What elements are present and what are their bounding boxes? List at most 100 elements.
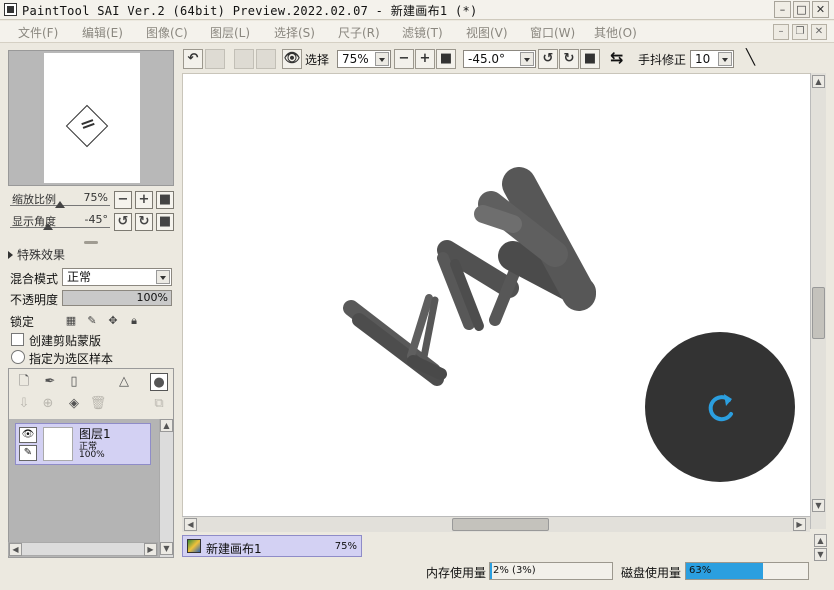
scroll-down-icon[interactable]: ▼ xyxy=(814,548,827,561)
toolbar-rotate-reset-button[interactable]: ■ xyxy=(580,49,600,69)
chevron-down-icon xyxy=(375,52,389,66)
redo-button[interactable] xyxy=(205,49,225,69)
layer-row[interactable]: 👁︎ ✎ 图层1 正常 100% xyxy=(15,423,151,465)
horizontal-scroll-thumb[interactable] xyxy=(452,518,549,531)
canvas-tab-zoom: 75% xyxy=(334,541,357,552)
scroll-up-icon[interactable]: ▲ xyxy=(814,534,827,547)
refresh-icon xyxy=(708,394,733,422)
toolbar-zoom-out-button[interactable]: − xyxy=(394,49,414,69)
straight-line-icon[interactable]: ╲ xyxy=(746,48,755,66)
new-folder-icon[interactable]: ▯ xyxy=(65,373,83,391)
menu-layer[interactable]: 图层(L) xyxy=(210,24,250,41)
effects-label: 特殊效果 xyxy=(17,248,66,262)
blend-mode-select[interactable]: 正常 xyxy=(62,268,172,286)
scroll-up-icon[interactable]: ▲ xyxy=(812,75,825,88)
chevron-down-icon xyxy=(718,52,732,66)
layer-mask-icon[interactable]: ● xyxy=(150,373,168,391)
close-icon[interactable]: ✕ xyxy=(812,1,829,18)
selection-source-radio[interactable] xyxy=(11,350,25,364)
layer-effect-icon[interactable]: △ xyxy=(115,373,133,391)
angle-select-value: -45.0° xyxy=(468,52,506,66)
menu-file[interactable]: 文件(F) xyxy=(18,24,58,41)
mdi-minimize-icon[interactable]: – xyxy=(773,24,789,40)
stabilizer-label: 手抖修正 xyxy=(638,53,687,67)
angle-slider[interactable]: 显示角度 -45° xyxy=(10,212,110,230)
chevron-down-icon xyxy=(520,52,534,66)
toolbar-rotate-right-button[interactable]: ↻ xyxy=(559,49,579,69)
canvas-tab-name: 新建画布1 xyxy=(206,542,262,556)
show-selection-eye-icon[interactable]: 👁︎ xyxy=(282,49,302,69)
menu-window[interactable]: 窗口(W) xyxy=(530,24,575,41)
canvas-horizontal-scrollbar[interactable]: ◀ ▶ xyxy=(182,516,810,532)
angle-slider-thumb[interactable] xyxy=(43,223,53,230)
flip-horizontal-icon[interactable]: ⇆ xyxy=(610,48,623,67)
lock-paint-icon[interactable]: ✎ xyxy=(85,314,99,328)
undo-button[interactable]: ↶ xyxy=(183,49,203,69)
zoom-slider[interactable]: 缩放比例 75% xyxy=(10,190,110,208)
edit-pen-icon[interactable]: ✎ xyxy=(19,445,37,461)
tab-list-scroller[interactable]: ▲ ▼ xyxy=(812,531,828,563)
toolbar-rotate-left-button[interactable]: ↺ xyxy=(538,49,558,69)
layer-list-scrollbar[interactable]: ▲ ▼ xyxy=(159,419,173,557)
mdi-restore-icon[interactable]: ❐ xyxy=(792,24,808,40)
new-layer-icon[interactable]: 🗋︎ xyxy=(15,373,33,391)
canvas-toolbar: ↶ 👁︎ 选择 75% − + ■ -45.0° ↺ ↻ ■ ⇆ 手抖修正 10… xyxy=(182,44,834,72)
panel-splitter[interactable] xyxy=(84,241,98,244)
menu-ruler[interactable]: 尺子(R) xyxy=(338,24,380,41)
clear-layer-icon[interactable]: ◈ xyxy=(65,395,83,413)
lock-all-icon[interactable]: 🔒︎ xyxy=(127,314,141,328)
navigator-preview[interactable] xyxy=(8,50,174,186)
zoom-slider-thumb[interactable] xyxy=(55,201,65,208)
rotate-left-button[interactable]: ↺ xyxy=(114,213,132,231)
menu-image[interactable]: 图像(C) xyxy=(146,24,188,41)
delete-layer-icon[interactable]: 🗑︎ xyxy=(89,395,107,413)
visibility-eye-icon[interactable]: 👁︎ xyxy=(19,427,37,443)
menu-edit[interactable]: 编辑(E) xyxy=(82,24,123,41)
zoom-select[interactable]: 75% xyxy=(337,50,391,68)
toolbar-zoom-reset-button[interactable]: ■ xyxy=(436,49,456,69)
memory-meter: 2% (3%) xyxy=(489,562,613,580)
scroll-down-icon[interactable]: ▼ xyxy=(160,542,173,555)
rotate-reset-button[interactable]: ■ xyxy=(156,213,174,231)
lock-transparency-icon[interactable]: ▦ xyxy=(64,314,78,328)
toolbar-zoom-in-button[interactable]: + xyxy=(415,49,435,69)
merge-down-icon[interactable]: ⇩ xyxy=(15,395,33,413)
stabilizer-select[interactable]: 10 xyxy=(690,50,734,68)
disk-meter: 63% xyxy=(685,562,809,580)
menu-select[interactable]: 选择(S) xyxy=(274,24,315,41)
zoom-in-button[interactable]: + xyxy=(135,191,153,209)
deselect-button[interactable] xyxy=(234,49,254,69)
zoom-out-button[interactable]: − xyxy=(114,191,132,209)
scroll-right-icon[interactable]: ▶ xyxy=(793,518,806,531)
opacity-slider[interactable]: 100% xyxy=(62,290,172,306)
clipping-mask-checkbox[interactable] xyxy=(11,333,24,346)
mdi-close-icon[interactable]: ✕ xyxy=(811,24,827,40)
menu-other[interactable]: 其他(O) xyxy=(594,24,637,41)
canvas-tab[interactable]: 新建画布1 75% xyxy=(182,535,362,557)
scroll-right-icon[interactable]: ▶ xyxy=(144,543,157,556)
scroll-down-icon[interactable]: ▼ xyxy=(812,499,825,512)
apply-mask-icon[interactable]: ⧉ xyxy=(150,395,168,413)
angle-select[interactable]: -45.0° xyxy=(463,50,536,68)
effects-header[interactable]: 特殊效果 xyxy=(8,246,65,263)
invert-selection-button[interactable] xyxy=(256,49,276,69)
minimize-icon[interactable]: – xyxy=(774,1,791,18)
memory-meter-fill xyxy=(490,563,492,579)
canvas-vertical-scrollbar[interactable]: ▲ ▼ xyxy=(810,73,826,529)
maximize-icon[interactable]: □ xyxy=(793,1,810,18)
scroll-left-icon[interactable]: ◀ xyxy=(9,543,22,556)
layer-horizontal-scrollbar[interactable]: ◀ ▶ xyxy=(8,542,158,556)
zoom-reset-button[interactable]: ■ xyxy=(156,191,174,209)
menu-view[interactable]: 视图(V) xyxy=(466,24,508,41)
rotate-right-button[interactable]: ↻ xyxy=(135,213,153,231)
new-pen-layer-icon[interactable]: ✒ xyxy=(41,373,59,391)
lock-move-icon[interactable]: ✥ xyxy=(106,314,120,328)
app-icon xyxy=(4,3,17,16)
menu-filter[interactable]: 滤镜(T) xyxy=(402,24,443,41)
scroll-up-icon[interactable]: ▲ xyxy=(160,419,173,432)
vertical-scroll-thumb[interactable] xyxy=(812,287,825,339)
brush-stroke xyxy=(474,205,522,233)
layer-toolbar: 🗋︎ ✒ ▯ △ ● ⇩ ⊕ ◈ 🗑︎ ⧉ xyxy=(9,369,173,419)
add-layer-icon[interactable]: ⊕ xyxy=(39,395,57,413)
scroll-left-icon[interactable]: ◀ xyxy=(184,518,197,531)
